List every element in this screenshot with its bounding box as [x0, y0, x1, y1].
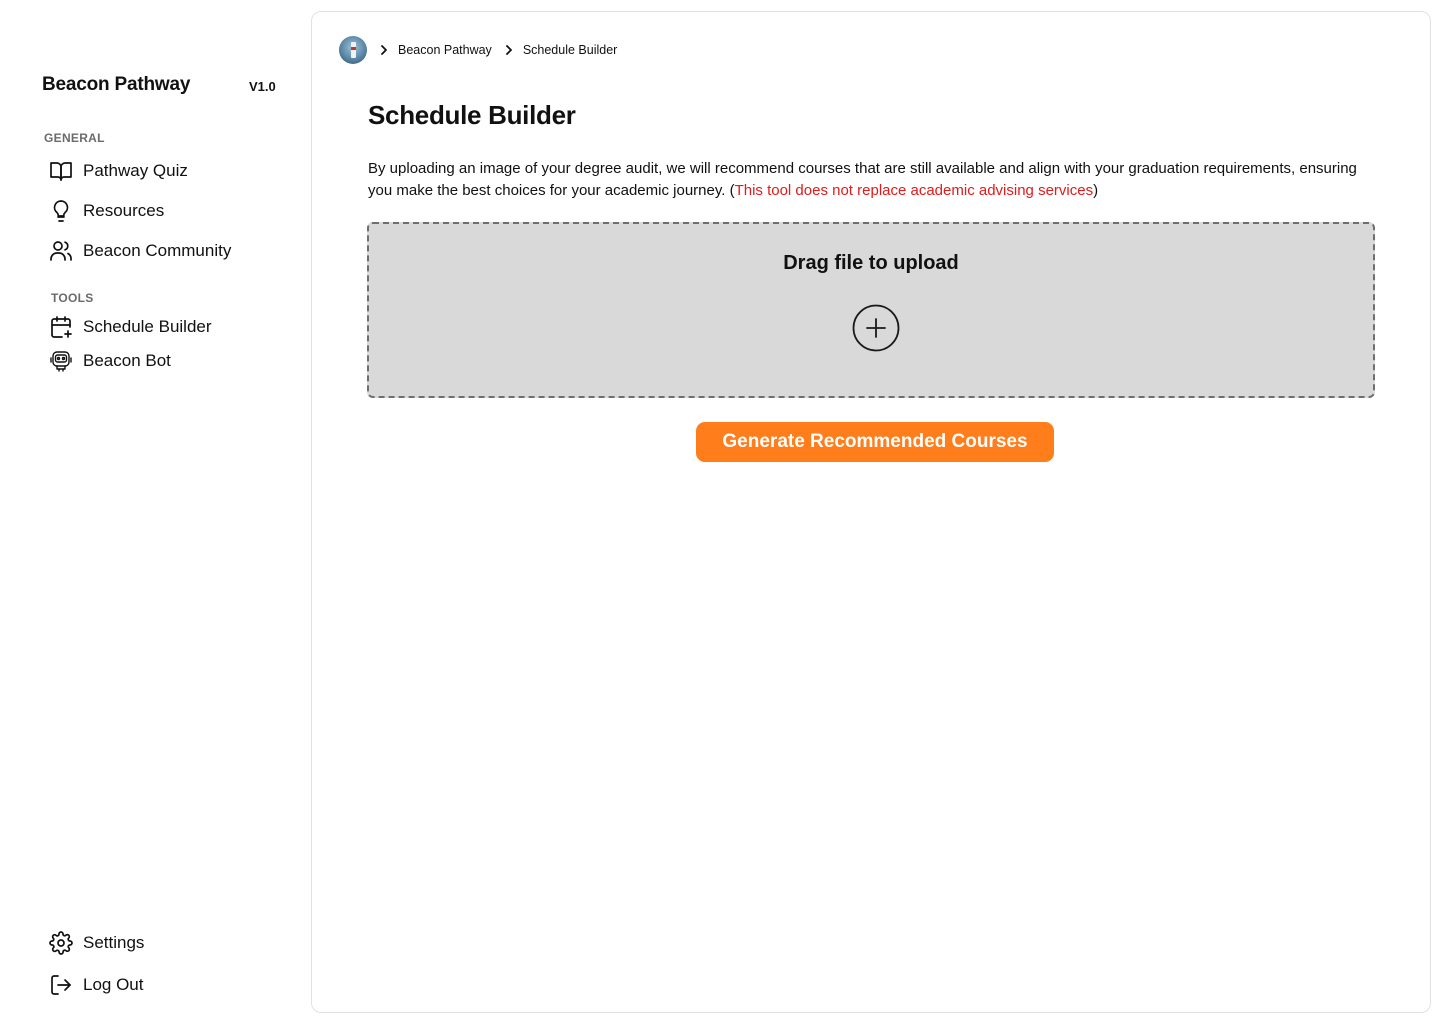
- sidebar-item-pathway-quiz[interactable]: Pathway Quiz: [48, 157, 188, 185]
- sidebar-item-label: Log Out: [83, 975, 144, 994]
- sidebar-item-settings[interactable]: Settings: [48, 929, 144, 957]
- lightbulb-icon: [48, 198, 74, 224]
- lighthouse-logo-icon[interactable]: [339, 36, 367, 64]
- gear-icon: [48, 930, 74, 956]
- description-end: ): [1093, 182, 1099, 199]
- sidebar-item-resources[interactable]: Resources: [48, 197, 164, 225]
- sidebar-item-label: Settings: [83, 933, 145, 952]
- version-label: V1.0: [249, 79, 276, 94]
- chevron-right-icon: [504, 44, 514, 56]
- sidebar-item-log-out[interactable]: Log Out: [48, 971, 144, 999]
- sidebar-item-schedule-builder[interactable]: Schedule Builder: [48, 313, 212, 341]
- section-label-tools: TOOLS: [51, 291, 94, 305]
- robot-icon: [48, 348, 74, 374]
- plus-circle-icon[interactable]: [852, 304, 900, 352]
- sidebar-item-label: Pathway Quiz: [83, 161, 188, 180]
- breadcrumb-item-schedule-builder[interactable]: Schedule Builder: [523, 43, 618, 57]
- dropzone-title: Drag file to upload: [783, 252, 959, 274]
- app-brand: Beacon Pathway: [42, 74, 191, 95]
- breadcrumb: Beacon Pathway Schedule Builder: [339, 35, 617, 65]
- section-label-general: GENERAL: [44, 131, 105, 145]
- users-icon: [48, 238, 74, 264]
- main-panel: Beacon Pathway Schedule Builder Schedule…: [311, 11, 1431, 1013]
- calendar-plus-icon: [48, 314, 74, 340]
- sidebar: Beacon Pathway V1.0 GENERAL Pathway Quiz…: [0, 0, 310, 1024]
- disclaimer-text: This tool does not replace academic advi…: [734, 182, 1094, 199]
- chevron-right-icon: [379, 44, 389, 56]
- sidebar-item-label: Beacon Bot: [83, 351, 171, 370]
- sidebar-item-label: Resources: [83, 201, 165, 220]
- breadcrumb-item-beacon-pathway[interactable]: Beacon Pathway: [398, 43, 492, 57]
- page-title: Schedule Builder: [368, 100, 576, 130]
- sidebar-item-beacon-community[interactable]: Beacon Community: [48, 237, 231, 265]
- sidebar-item-label: Beacon Community: [83, 241, 232, 260]
- generate-recommended-courses-button[interactable]: Generate Recommended Courses: [696, 422, 1054, 462]
- file-dropzone[interactable]: Drag file to upload: [367, 222, 1375, 398]
- sidebar-item-label: Schedule Builder: [83, 317, 212, 336]
- page-description: By uploading an image of your degree aud…: [368, 158, 1368, 202]
- sidebar-item-beacon-bot[interactable]: Beacon Bot: [48, 347, 171, 375]
- book-icon: [48, 158, 74, 184]
- logout-icon: [48, 972, 74, 998]
